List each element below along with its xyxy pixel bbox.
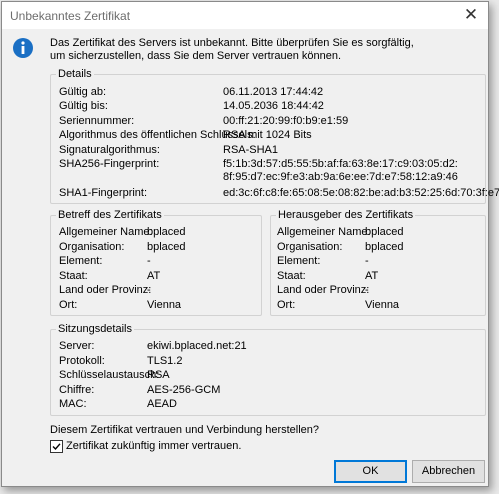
subject-label: Organisation:	[59, 241, 125, 253]
session-group-title: Sitzungsdetails	[56, 322, 134, 336]
detail-value: 06.11.2013 17:44:42	[223, 86, 324, 98]
trust-checkbox-label[interactable]: Zertifikat zukünftig immer vertrauen.	[66, 440, 241, 453]
details-group: Details Gültig ab: 06.11.2013 17:44:42 G…	[50, 67, 499, 204]
session-value: AEAD	[147, 398, 177, 410]
detail-label: Gültig ab:	[59, 86, 107, 98]
title-bar: Unbekanntes Zertifikat ✕	[2, 2, 488, 29]
subject-value: -	[147, 255, 151, 267]
issuer-value: AT	[365, 270, 379, 282]
session-group: Sitzungsdetails Server: ekiwi.bplaced.ne…	[50, 322, 486, 416]
subject-label: Element:	[59, 255, 103, 267]
issuer-label: Organisation:	[277, 241, 343, 253]
detail-label: Seriennummer:	[59, 115, 135, 127]
issuer-value: Vienna	[365, 299, 400, 311]
issuer-label: Allgemeiner Name:	[277, 226, 371, 238]
session-label: Server:	[59, 340, 95, 352]
issuer-label: Staat:	[277, 270, 306, 282]
session-value: ekiwi.bplaced.net:21	[147, 340, 247, 352]
detail-value: RSA mit 1024 Bits	[223, 129, 312, 141]
subject-group-title: Betreff des Zertifikats	[56, 208, 164, 222]
session-value: TLS1.2	[147, 355, 183, 367]
detail-value: ed:3c:6f:c8:fe:65:08:5e:08:82:be:ad:b3:5…	[223, 187, 499, 199]
session-value: RSA	[147, 369, 170, 381]
session-label: MAC:	[59, 398, 87, 410]
issuer-value: bplaced	[365, 241, 404, 253]
checkmark-icon	[52, 443, 61, 451]
detail-value: 00:ff:21:20:99:f0:b9:e1:59	[223, 115, 349, 127]
trust-checkbox[interactable]	[50, 440, 63, 453]
issuer-label: Element:	[277, 255, 321, 267]
issuer-value: bplaced	[365, 226, 404, 238]
certificate-dialog: Unbekanntes Zertifikat ✕ Das Zertifikat …	[1, 1, 499, 487]
issuer-group: Herausgeber des Zertifikats Allgemeiner …	[270, 208, 486, 316]
detail-value: 8f:95:d7:ec:9f:e3:ab:9a:6e:ee:7d:e7:58:1…	[223, 171, 458, 183]
session-value: AES-256-GCM	[147, 384, 221, 396]
intro-line: um sicherzustellen, dass Sie dem Server …	[50, 50, 342, 62]
subject-group: Betreff des Zertifikats Allgemeiner Name…	[50, 208, 262, 316]
issuer-label: Ort:	[277, 299, 296, 311]
subject-label: Allgemeiner Name:	[59, 226, 153, 238]
detail-label: Signaturalgorithmus:	[59, 144, 160, 156]
trust-question: Diesem Zertifikat vertrauen und Verbindu…	[50, 424, 320, 436]
session-label: Schlüsselaustausch:	[59, 369, 160, 381]
ok-button[interactable]: OK	[334, 460, 407, 483]
subject-value: AT	[147, 270, 161, 282]
issuer-value: -	[365, 255, 369, 267]
window-title: Unbekanntes Zertifikat	[10, 9, 131, 23]
subject-value: Vienna	[147, 299, 182, 311]
detail-value: f5:1b:3d:57:d5:55:5b:af:fa:63:8e:17:c9:0…	[223, 158, 458, 170]
intro-message: Das Zertifikat des Servers ist unbekannt…	[50, 37, 470, 63]
session-label: Protokoll:	[59, 355, 105, 367]
details-group-title: Details	[56, 67, 94, 81]
issuer-label: Land oder Provinz:	[277, 284, 370, 296]
issuer-group-title: Herausgeber des Zertifikats	[276, 208, 416, 222]
subject-value: bplaced	[147, 241, 186, 253]
cancel-button[interactable]: Abbrechen	[412, 460, 485, 483]
close-icon[interactable]: ✕	[460, 5, 482, 25]
detail-label: SHA256-Fingerprint:	[59, 158, 160, 170]
subject-value: -	[147, 284, 151, 296]
issuer-value: -	[365, 284, 369, 296]
subject-label: Staat:	[59, 270, 88, 282]
detail-value: RSA-SHA1	[223, 144, 279, 156]
session-label: Chiffre:	[59, 384, 95, 396]
detail-label: SHA1-Fingerprint:	[59, 187, 148, 199]
subject-value: bplaced	[147, 226, 186, 238]
detail-label: Gültig bis:	[59, 100, 108, 112]
subject-label: Ort:	[59, 299, 78, 311]
intro-line: Das Zertifikat des Servers ist unbekannt…	[50, 37, 414, 49]
info-icon	[13, 38, 33, 58]
subject-label: Land oder Provinz:	[59, 284, 152, 296]
detail-value: 14.05.2036 18:44:42	[223, 100, 324, 112]
